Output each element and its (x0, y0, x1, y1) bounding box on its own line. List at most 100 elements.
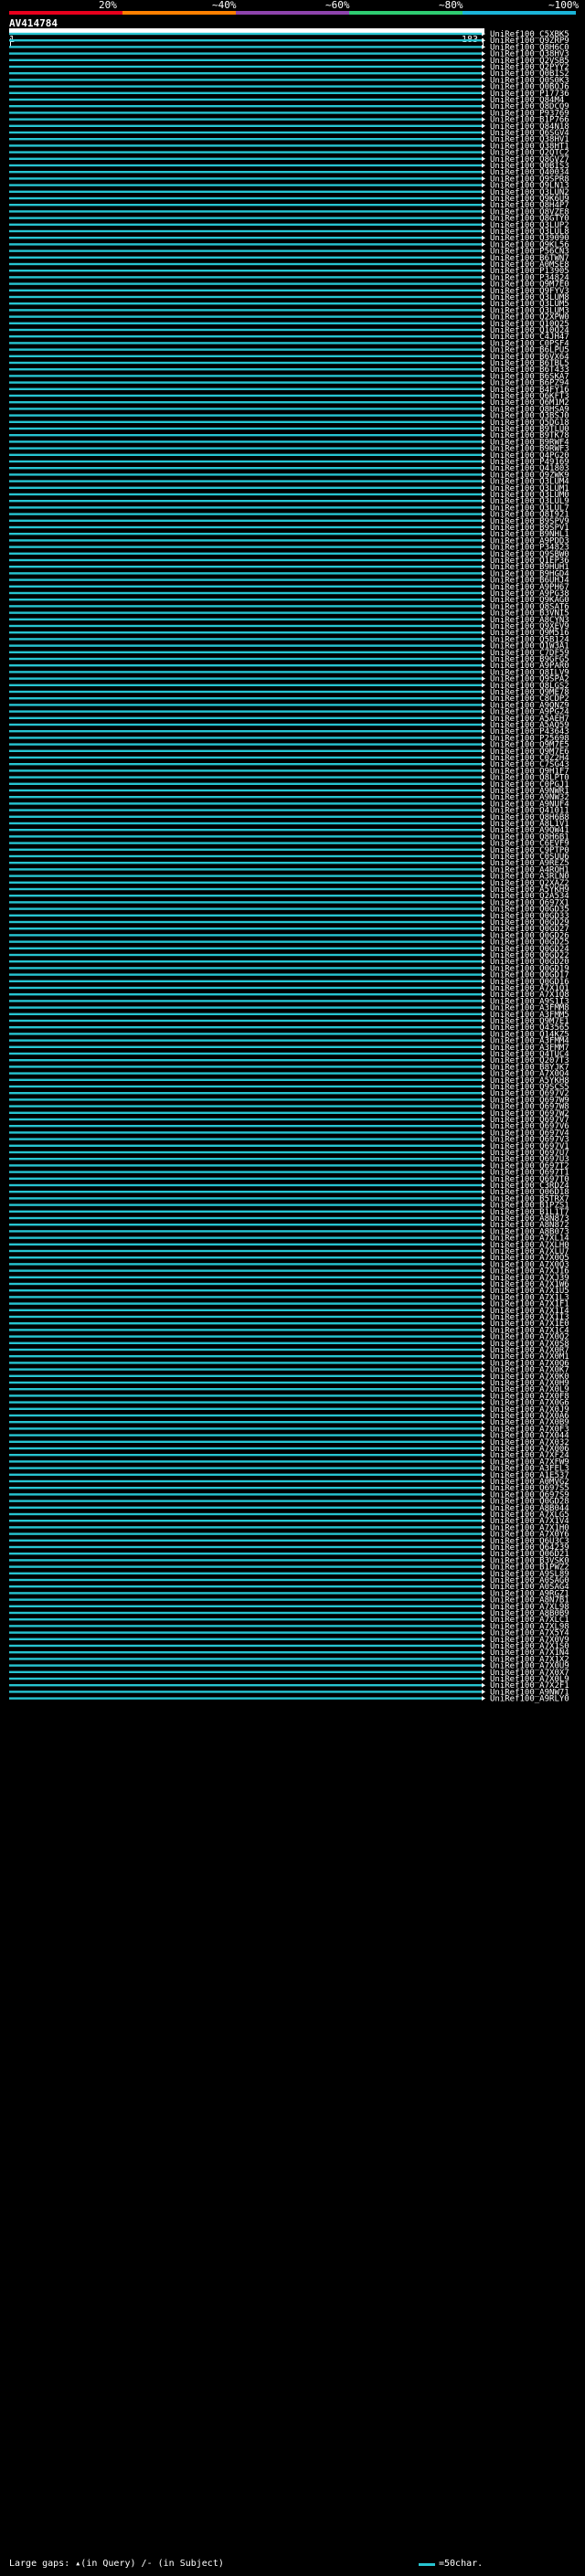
hit-bar[interactable] (9, 525, 482, 529)
hit-bar[interactable] (9, 1092, 482, 1095)
hit-bar[interactable] (9, 295, 482, 299)
hit-bar[interactable] (9, 1348, 482, 1352)
hit-bar[interactable] (9, 105, 482, 108)
hit-bar[interactable] (9, 960, 482, 963)
hit-bar[interactable] (9, 1236, 482, 1239)
hit-bar[interactable] (9, 447, 482, 450)
hit-bar[interactable] (9, 1150, 482, 1154)
hit-bar[interactable] (9, 1697, 482, 1700)
hit-bar[interactable] (9, 1243, 482, 1246)
hit-bar[interactable] (9, 243, 482, 246)
hit-bar[interactable] (9, 1118, 482, 1121)
hit-bar[interactable] (9, 835, 482, 838)
hit-bar[interactable] (9, 144, 482, 147)
hit-bar[interactable] (9, 875, 482, 877)
hit-bar[interactable] (9, 1183, 482, 1187)
hit-bar[interactable] (9, 578, 482, 581)
hit-bar[interactable] (9, 1296, 482, 1299)
hit-bar[interactable] (9, 887, 482, 891)
hit-bar[interactable] (9, 473, 482, 476)
hit-bar[interactable] (9, 1203, 482, 1206)
hit-bar[interactable] (9, 967, 482, 970)
hit-bar[interactable] (9, 1625, 482, 1627)
hit-bar[interactable] (9, 1006, 482, 1009)
hit-bar[interactable] (9, 1302, 482, 1305)
hit-bar[interactable] (9, 204, 482, 207)
hit-bar[interactable] (9, 723, 482, 726)
hit-bar[interactable] (9, 500, 482, 503)
hit-bar[interactable] (9, 980, 482, 982)
hit-bar[interactable] (9, 164, 482, 167)
hit-bar[interactable] (9, 309, 482, 312)
hit-bar[interactable] (9, 1670, 482, 1673)
hit-bar[interactable] (9, 348, 482, 351)
hit-bar[interactable] (9, 1638, 482, 1640)
hit-bar[interactable] (9, 710, 482, 713)
hit-bar[interactable] (9, 552, 482, 555)
hit-bar[interactable] (9, 895, 482, 897)
hit-bar[interactable] (9, 177, 482, 180)
hit-bar[interactable] (9, 1532, 482, 1535)
hit-bar[interactable] (9, 1197, 482, 1200)
hit-bar[interactable] (9, 1085, 482, 1088)
hit-bar[interactable] (9, 434, 482, 437)
hit-bar[interactable] (9, 815, 482, 818)
hit-bar[interactable] (9, 1644, 482, 1648)
hit-bar[interactable] (9, 730, 482, 733)
hit-bar[interactable] (9, 98, 482, 101)
hit-bar[interactable] (9, 1545, 482, 1549)
hit-bar[interactable] (9, 335, 482, 338)
hit-bar[interactable] (9, 1691, 482, 1693)
hit-bar[interactable] (9, 486, 482, 489)
hit-bar[interactable] (9, 1506, 482, 1509)
hit-bar[interactable] (9, 1033, 482, 1035)
hit-bar[interactable] (9, 1131, 482, 1134)
hit-bar[interactable] (9, 302, 482, 305)
hit-bar[interactable] (9, 928, 482, 930)
hit-bar[interactable] (9, 1368, 482, 1371)
hit-bar[interactable] (9, 624, 482, 628)
hit-bar[interactable] (9, 262, 482, 266)
hit-bar[interactable] (9, 1078, 482, 1081)
hit-bar[interactable] (9, 1329, 482, 1331)
hit-bar[interactable] (9, 1026, 482, 1029)
hit-bar[interactable] (9, 1631, 482, 1634)
hit-bar[interactable] (9, 196, 482, 200)
hit-bar[interactable] (9, 1434, 482, 1436)
hit-bar[interactable] (9, 1388, 482, 1391)
hit-bar[interactable] (9, 677, 482, 680)
hit-bar[interactable] (9, 480, 482, 482)
hit-bar[interactable] (9, 361, 482, 365)
hit-bar[interactable] (9, 993, 482, 996)
hit-bar[interactable] (9, 282, 482, 285)
hit-bar[interactable] (9, 671, 482, 673)
hit-bar[interactable] (9, 387, 482, 390)
hit-bar[interactable] (9, 151, 482, 154)
hit-bar[interactable] (9, 237, 482, 239)
hit-bar[interactable] (9, 868, 482, 871)
hit-bar[interactable] (9, 1585, 482, 1588)
hit-bar[interactable] (9, 657, 482, 661)
hit-bar[interactable] (9, 375, 482, 377)
hit-bar[interactable] (9, 1487, 482, 1489)
hit-bar[interactable] (9, 1105, 482, 1108)
hit-bar[interactable] (9, 697, 482, 700)
hit-bar[interactable] (9, 1362, 482, 1364)
hit-bar[interactable] (9, 1374, 482, 1377)
hit-bar[interactable] (9, 453, 482, 456)
hit-bar[interactable] (9, 1065, 482, 1068)
hit-bar[interactable] (9, 1177, 482, 1180)
hit-bar[interactable] (9, 519, 482, 522)
hit-bar[interactable] (9, 611, 482, 614)
hit-bar[interactable] (9, 1138, 482, 1140)
hit-bar[interactable] (9, 1289, 482, 1292)
hit-bar[interactable] (9, 171, 482, 174)
hit-bar[interactable] (9, 1224, 482, 1226)
hit-bar[interactable] (9, 394, 482, 398)
hit-bar[interactable] (9, 1216, 482, 1220)
hit-bar[interactable] (9, 1526, 482, 1529)
hit-bar[interactable] (9, 118, 482, 121)
hit-bar[interactable] (9, 1598, 482, 1601)
hit-bar[interactable] (9, 756, 482, 759)
hit-bar[interactable] (9, 1125, 482, 1128)
